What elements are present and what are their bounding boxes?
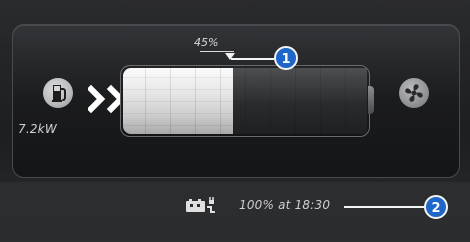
ev-charger-icon: [43, 78, 73, 108]
battery-gauge: [120, 65, 370, 137]
callout-1-leader: [231, 58, 274, 60]
charging-complete-time: 100% at 18:30: [239, 198, 331, 212]
charging-status-bar: [0, 182, 470, 242]
callout-1: 1: [274, 46, 298, 70]
ev-charging-screen: 7.2kW 45% 1 100% at 18:30 2: [0, 0, 470, 242]
fan-icon[interactable]: [399, 78, 429, 108]
battery-terminal: [368, 86, 374, 114]
charging-power-label: 7.2kW: [18, 122, 57, 136]
callout-2-leader: [344, 206, 424, 208]
state-of-charge-label: 45%: [194, 36, 219, 49]
battery-charge-fill: [123, 68, 233, 134]
state-of-charge-underline: [200, 51, 234, 52]
battery-empty-area: [233, 68, 367, 134]
callout-2: 2: [424, 195, 448, 219]
battery-plug-icon: [186, 197, 215, 213]
